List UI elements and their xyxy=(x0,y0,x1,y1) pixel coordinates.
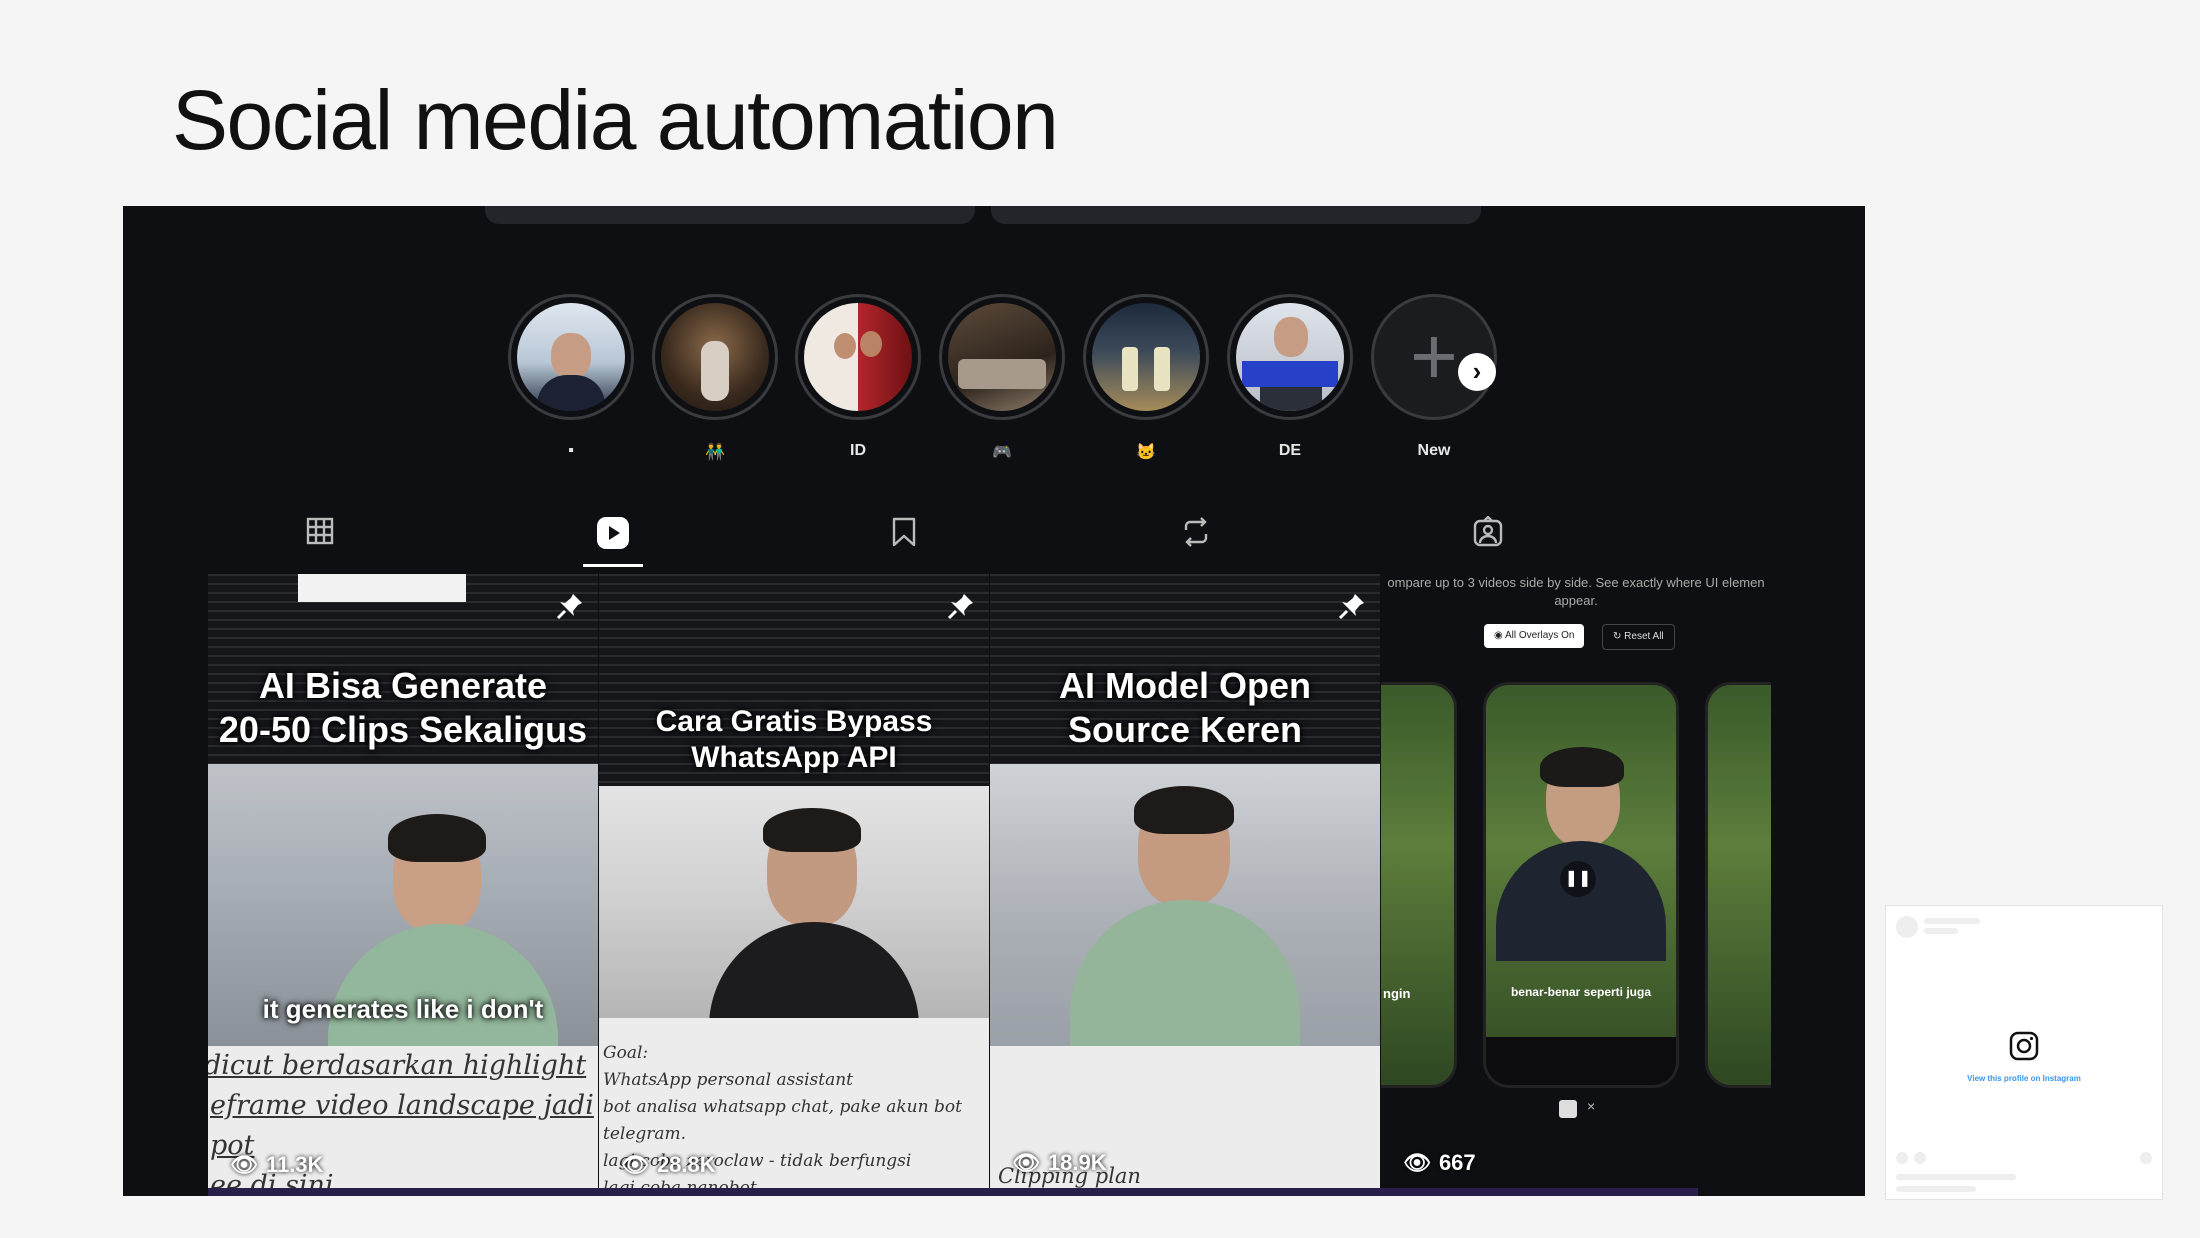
pin-icon xyxy=(947,592,975,625)
all-overlays-button[interactable]: ◉ All Overlays On xyxy=(1484,624,1585,648)
story-thumbnail xyxy=(661,303,769,411)
tab-reposts[interactable] xyxy=(1166,516,1226,564)
reel-subtitle: it generates like i don't xyxy=(262,994,544,1024)
pin-icon xyxy=(556,592,584,625)
story-highlight[interactable]: 🎮 xyxy=(939,294,1065,464)
reset-all-button[interactable]: ↻ Reset All xyxy=(1602,624,1675,650)
profile-tabs xyxy=(208,516,1698,567)
story-highlight[interactable]: ▪ xyxy=(508,294,634,464)
reset-icon: ↻ xyxy=(1613,631,1625,642)
pin-icon xyxy=(1338,592,1366,625)
reel-caption: Cara Gratis Bypass WhatsApp API xyxy=(655,705,933,774)
tab-saved[interactable] xyxy=(874,516,934,564)
new-highlight-button[interactable]: + › New xyxy=(1371,294,1497,464)
story-label: ID xyxy=(850,442,866,459)
story-thumbnail xyxy=(804,303,912,411)
phone-preview: ❚❚ benar-benar seperti juga xyxy=(1483,682,1679,1088)
instagram-embed: View this profile on Instagram xyxy=(1885,905,2163,1200)
top-bar-left xyxy=(485,206,975,224)
eye-icon: 👁 xyxy=(1403,1150,1431,1175)
eye-icon: ◉ xyxy=(1494,630,1505,641)
phone-caption: ngin xyxy=(1383,986,1411,1001)
close-icon[interactable]: × xyxy=(1587,1098,1595,1114)
plus-icon: + xyxy=(1410,311,1458,402)
tab-reels[interactable] xyxy=(583,516,643,567)
tagged-icon xyxy=(1473,516,1503,547)
chevron-right-icon[interactable]: › xyxy=(1458,353,1496,391)
story-thumbnail xyxy=(1236,303,1344,411)
eye-icon: 👁 xyxy=(1012,1150,1040,1175)
story-highlight[interactable]: 🐱 xyxy=(1083,294,1209,464)
saved-icon xyxy=(892,517,916,547)
story-label: 🎮 xyxy=(992,444,1012,461)
reel-post[interactable]: AI Model Open Source Keren Clipping plan… xyxy=(990,574,1380,1196)
phone-preview xyxy=(1381,682,1457,1088)
instagram-icon[interactable] xyxy=(2009,1031,2039,1061)
reposts-icon xyxy=(1184,517,1208,547)
story-highlight[interactable]: 👬 xyxy=(652,294,778,464)
story-label: 🐱 xyxy=(1136,444,1156,461)
pause-icon[interactable]: ❚❚ xyxy=(1560,861,1596,897)
video-frame xyxy=(990,764,1380,1060)
phone-preview xyxy=(1705,682,1771,1088)
view-count: 👁 28.8K xyxy=(621,1152,716,1177)
view-count: 👁 18.9K xyxy=(1012,1150,1107,1175)
eye-icon: 👁 xyxy=(230,1152,258,1177)
story-label: New xyxy=(1417,442,1451,459)
story-thumbnail xyxy=(1092,303,1200,411)
story-highlight[interactable]: DE xyxy=(1227,294,1353,464)
tab-posts[interactable] xyxy=(290,516,350,564)
story-highlight[interactable]: ID xyxy=(795,294,921,464)
tab-tagged[interactable] xyxy=(1458,516,1518,564)
reel-post[interactable]: AI Bisa Generate 20-50 Clips Sekaligus i… xyxy=(208,574,598,1196)
reels-grid: AI Bisa Generate 20-50 Clips Sekaligus i… xyxy=(208,574,1771,1196)
reel-post[interactable]: Cara Gratis Bypass WhatsApp API Goal: Wh… xyxy=(599,574,989,1196)
video-frame xyxy=(599,786,989,1042)
story-label: DE xyxy=(1278,442,1302,459)
grid-icon xyxy=(306,517,334,545)
view-profile-link[interactable]: View this profile on Instagram xyxy=(1886,1074,2162,1083)
overlay-toggle[interactable] xyxy=(1559,1100,1577,1118)
story-thumbnail xyxy=(948,303,1056,411)
story-label: ▪ xyxy=(568,442,574,459)
story-label: 👬 xyxy=(705,444,725,461)
view-count: 👁 11.3K xyxy=(230,1152,324,1177)
screen-recording: ▪ 👬 ID 🎮 🐱 DE + › New AI Bisa Generate 2… xyxy=(123,206,1865,1196)
phone-caption: benar-benar seperti juga xyxy=(1510,985,1652,999)
eye-icon: 👁 xyxy=(621,1152,649,1177)
slide-title: Social media automation xyxy=(172,73,1059,167)
reels-icon xyxy=(597,517,629,549)
view-count: 👁 667 xyxy=(1403,1150,1476,1175)
story-highlights: ▪ 👬 ID 🎮 🐱 DE + › New xyxy=(123,294,1865,461)
reel-post[interactable]: ompare up to 3 videos side by side. See … xyxy=(1381,574,1771,1196)
reel-caption: AI Model Open Source Keren xyxy=(1059,665,1311,750)
top-bar-right xyxy=(991,206,1481,224)
compare-header: ompare up to 3 videos side by side. See … xyxy=(1387,575,1765,608)
reel-caption: AI Bisa Generate 20-50 Clips Sekaligus xyxy=(218,665,588,750)
story-thumbnail xyxy=(517,303,625,411)
